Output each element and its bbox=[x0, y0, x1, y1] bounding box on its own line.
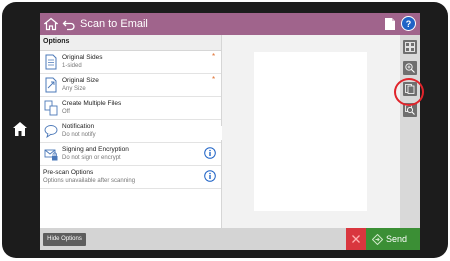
option-value: 1-sided bbox=[62, 63, 82, 69]
document-icon[interactable] bbox=[384, 17, 396, 31]
option-value: Any Size bbox=[62, 86, 86, 92]
info-icon[interactable] bbox=[204, 147, 216, 159]
zoom-out-icon bbox=[405, 105, 415, 115]
option-value: Off bbox=[62, 109, 70, 115]
option-label: Original Size bbox=[62, 77, 99, 84]
option-original-size[interactable]: Original Size Any Size * bbox=[40, 74, 221, 97]
option-label: Signing and Encryption bbox=[62, 146, 129, 153]
notification-bubble-icon bbox=[44, 125, 58, 139]
info-icon[interactable] bbox=[204, 170, 216, 182]
option-value: Do not notify bbox=[62, 132, 96, 138]
title-bar: Scan to Email ? bbox=[40, 13, 420, 35]
highlight-circle bbox=[394, 78, 424, 106]
back-arrow-icon[interactable] bbox=[62, 17, 76, 31]
preview-page[interactable] bbox=[254, 52, 367, 211]
multiple-files-icon bbox=[44, 100, 58, 116]
option-signing-encryption[interactable]: Signing and Encryption Do not sign or en… bbox=[40, 143, 221, 166]
options-header: Options bbox=[40, 35, 221, 51]
single-page-icon bbox=[45, 54, 57, 70]
zoom-in-button[interactable] bbox=[403, 61, 417, 75]
zoom-in-icon bbox=[405, 63, 415, 73]
scan-preview-area bbox=[222, 35, 400, 228]
page-size-icon bbox=[45, 77, 57, 93]
send-icon bbox=[372, 234, 383, 245]
thumbnail-grid-icon bbox=[405, 42, 415, 52]
control-panel-screen: Scan to Email ? Options Original Sides 1… bbox=[40, 13, 420, 250]
preview-tool-rail bbox=[400, 35, 420, 228]
close-icon bbox=[352, 235, 360, 243]
required-marker: * bbox=[212, 75, 216, 84]
option-label: Notification bbox=[62, 123, 95, 130]
options-heading: Options bbox=[43, 38, 70, 45]
required-marker: * bbox=[212, 52, 216, 61]
option-label: Pre-scan Options bbox=[43, 169, 94, 176]
hide-options-button[interactable]: Hide Options bbox=[43, 233, 86, 246]
home-icon[interactable] bbox=[44, 17, 58, 31]
help-icon[interactable]: ? bbox=[401, 16, 416, 31]
send-button[interactable]: Send bbox=[366, 228, 420, 250]
option-label: Create Multiple Files bbox=[62, 100, 122, 107]
cancel-button[interactable] bbox=[346, 228, 366, 250]
options-panel: Options Original Sides 1-sided * Origina… bbox=[40, 35, 222, 228]
svg-text:?: ? bbox=[406, 19, 412, 29]
send-label: Send bbox=[386, 234, 408, 244]
option-value: Options unavailable after scanning bbox=[43, 178, 136, 184]
option-notification[interactable]: Notification Do not notify bbox=[40, 120, 221, 143]
option-value: Do not sign or encrypt bbox=[62, 155, 121, 161]
envelope-lock-icon bbox=[44, 149, 58, 161]
option-label: Original Sides bbox=[62, 54, 103, 61]
bottom-action-bar: Hide Options Send bbox=[40, 228, 420, 250]
thumbnail-grid-button[interactable] bbox=[403, 40, 417, 54]
device-home-icon[interactable] bbox=[12, 121, 28, 137]
option-prescan-options[interactable]: Pre-scan Options Options unavailable aft… bbox=[40, 166, 221, 189]
option-create-multiple-files[interactable]: Create Multiple Files Off bbox=[40, 97, 221, 120]
option-original-sides[interactable]: Original Sides 1-sided * bbox=[40, 51, 221, 74]
page-title: Scan to Email bbox=[80, 18, 148, 30]
